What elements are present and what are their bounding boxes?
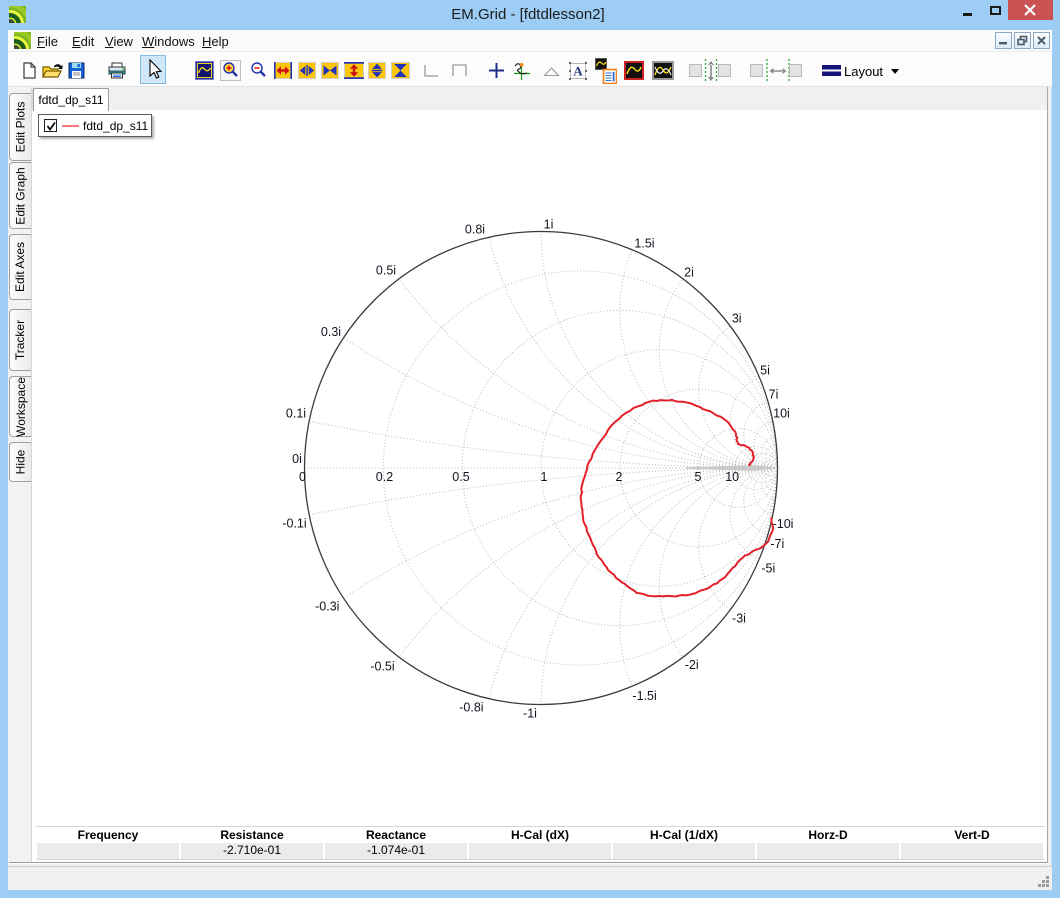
svg-text:5i: 5i [760,363,770,377]
svg-text:-0.3i: -0.3i [315,599,339,613]
svg-text:A: A [573,64,583,79]
svg-text:-0.8i: -0.8i [459,700,483,714]
svg-text:-10i: -10i [773,517,794,531]
svg-text:0.5: 0.5 [452,470,469,484]
svg-text:1: 1 [541,470,548,484]
svg-text:0: 0 [299,470,306,484]
svg-text:5: 5 [695,470,702,484]
svg-text:0.1i: 0.1i [286,406,306,420]
svg-text:-3i: -3i [732,612,746,626]
svg-text:0i: 0i [292,452,302,466]
svg-text:2: 2 [616,470,623,484]
svg-text:-2i: -2i [685,658,699,672]
svg-text:-1i: -1i [523,706,537,720]
svg-text:2i: 2i [684,265,694,279]
svg-text:0.3i: 0.3i [321,325,341,339]
svg-text:1.5i: 1.5i [634,236,654,250]
svg-text:-1.5i: -1.5i [632,689,656,703]
svg-text:-7i: -7i [770,537,784,551]
svg-text:10i: 10i [773,406,790,420]
svg-text:-0.1i: -0.1i [282,516,306,530]
svg-text:3i: 3i [732,311,742,325]
svg-text:0.2: 0.2 [376,470,393,484]
svg-text:-0.5i: -0.5i [370,659,394,673]
svg-text:0.5i: 0.5i [376,263,396,277]
svg-text:7i: 7i [769,387,779,401]
svg-text:1i: 1i [544,217,554,231]
svg-text:0.8i: 0.8i [465,222,485,236]
svg-text:10: 10 [725,470,739,484]
svg-text:-5i: -5i [761,561,775,575]
